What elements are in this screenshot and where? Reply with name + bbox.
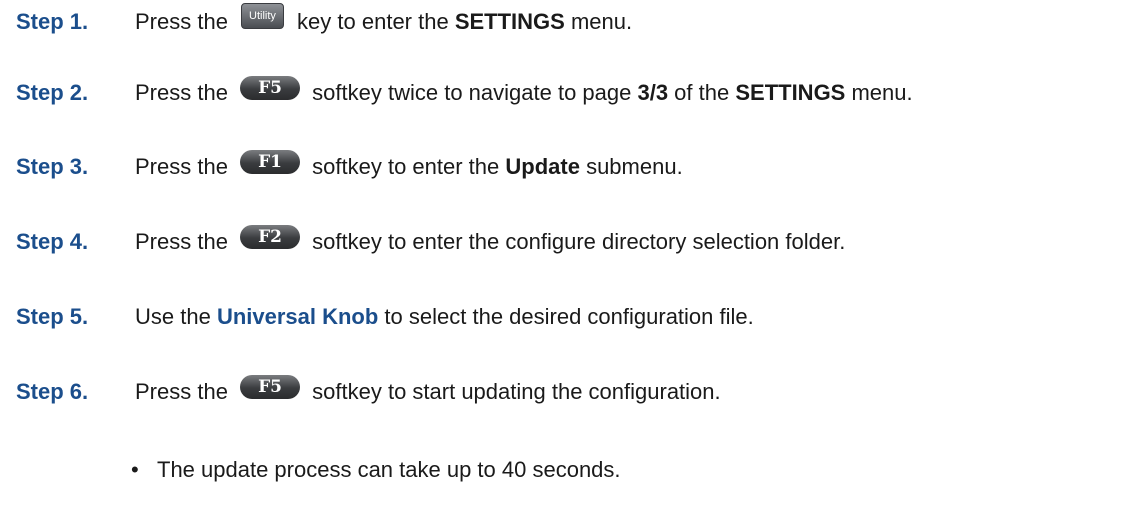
f2-softkey-icon: F2: [240, 225, 301, 249]
step-text: softkey to enter the: [306, 154, 506, 179]
step-label: Step 1.: [16, 9, 89, 34]
step-label: Step 5.: [16, 304, 89, 329]
f5-softkey-icon: F5: [240, 375, 301, 399]
f1-softkey-icon: F1: [240, 150, 301, 174]
page-number-term: 3/3: [637, 80, 669, 105]
step-label: Step 6.: [16, 379, 89, 404]
step-text: softkey twice to navigate to page: [306, 80, 638, 105]
note-text: The update process can take up to 40 sec…: [157, 457, 621, 482]
step-text: softkey to start updating the configurat…: [306, 379, 721, 404]
universal-knob-link[interactable]: Universal Knob: [217, 297, 378, 337]
step-text: key to enter the: [290, 9, 455, 34]
step-4: Step 4. Press the F2 softkey to enter th…: [16, 222, 845, 262]
step-3: Step 3. Press the F1 softkey to enter th…: [16, 147, 683, 187]
step-text: of the: [668, 80, 736, 105]
step-6: Step 6. Press the F5 softkey to start up…: [16, 372, 721, 412]
step-1: Step 1. Press the Utility key to enter t…: [16, 2, 632, 42]
settings-menu-term: SETTINGS: [454, 9, 565, 34]
instruction-document: Step 1. Press the Utility key to enter t…: [0, 0, 1143, 508]
step-text: Use the: [135, 304, 217, 329]
step-text: to select the desired configuration file…: [378, 304, 754, 329]
step-text: Press the: [135, 229, 235, 254]
step-text: Press the: [135, 154, 235, 179]
update-submenu-term: Update: [505, 154, 580, 179]
step-text: menu.: [845, 80, 913, 105]
step-label: Step 2.: [16, 80, 89, 105]
step-text: menu.: [564, 9, 633, 34]
step-5: Step 5. Use the Universal Knob to select…: [16, 297, 754, 337]
step-2: Step 2. Press the F5 softkey twice to na…: [16, 73, 913, 113]
step-text: softkey to enter the configure directory…: [306, 229, 846, 254]
step-text: Press the: [135, 9, 235, 34]
step-label: Step 3.: [16, 154, 89, 179]
settings-menu-term: SETTINGS: [735, 80, 846, 105]
utility-key-icon: Utility: [241, 3, 284, 29]
step-text: submenu.: [579, 154, 683, 179]
f5-softkey-icon: F5: [240, 76, 301, 100]
step-label: Step 4.: [16, 229, 89, 254]
bullet-icon: •: [131, 457, 139, 482]
step-text: Press the: [135, 379, 235, 404]
step-text: Press the: [135, 80, 235, 105]
note-bullet: • The update process can take up to 40 s…: [131, 450, 621, 490]
